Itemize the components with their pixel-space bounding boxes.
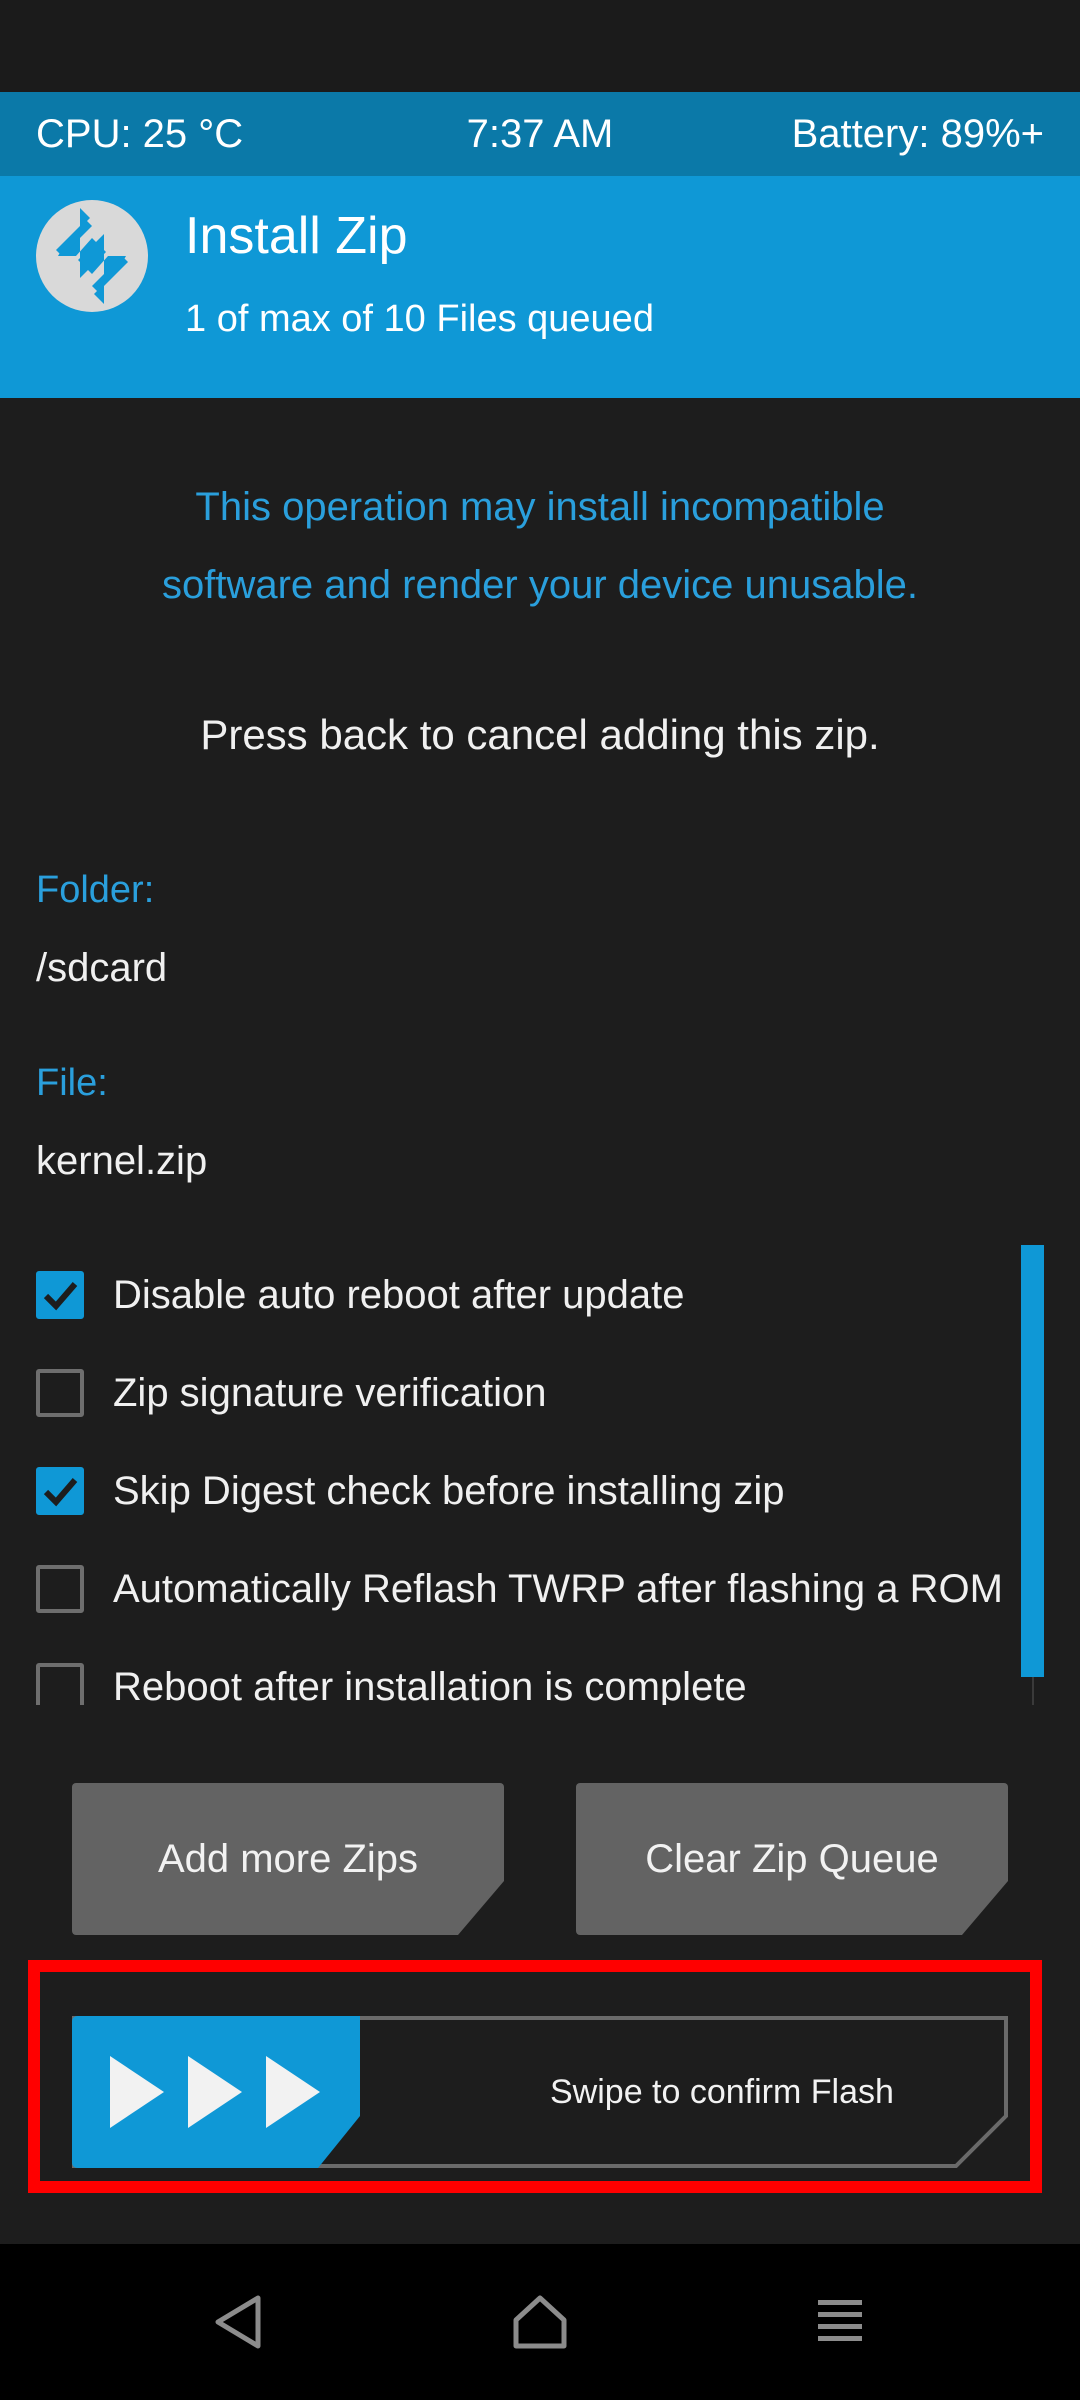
- swipe-handle[interactable]: [72, 2016, 362, 2168]
- status-bar: CPU: 25 °C 7:37 AM Battery: 89%+: [0, 92, 1080, 176]
- checkbox-unchecked[interactable]: [36, 1369, 84, 1417]
- twrp-logo-icon: [36, 200, 148, 312]
- add-more-zips-button[interactable]: Add more Zips: [72, 1783, 504, 1935]
- swipe-label: Swipe to confirm Flash: [550, 2073, 894, 2111]
- system-top-gap: [0, 0, 1080, 92]
- screen: CPU: 25 °C 7:37 AM Battery: 89%+ Install…: [0, 0, 1080, 2400]
- option-label: Zip signature verification: [113, 1370, 547, 1415]
- option-skip-digest[interactable]: Skip Digest check before installing zip: [36, 1461, 1010, 1521]
- warning-line-2: software and render your device unusable…: [161, 563, 918, 607]
- option-reboot-after-install[interactable]: Reboot after installation is complete: [36, 1657, 1010, 1705]
- option-zip-signature[interactable]: Zip signature verification: [36, 1363, 1010, 1423]
- scrollbar-thumb[interactable]: [1021, 1245, 1044, 1677]
- checkbox-unchecked[interactable]: [36, 1663, 84, 1705]
- header: Install Zip 1 of max of 10 Files queued: [0, 176, 1080, 398]
- clear-zip-queue-button[interactable]: Clear Zip Queue: [576, 1783, 1008, 1935]
- checkmark-icon: [43, 1282, 78, 1311]
- checkbox-checked[interactable]: [36, 1467, 84, 1515]
- folder-value: /sdcard: [36, 946, 168, 990]
- option-label: Disable auto reboot after update: [113, 1272, 685, 1317]
- navigation-bar: [0, 2244, 1080, 2400]
- option-reflash-twrp[interactable]: Automatically Reflash TWRP after flashin…: [36, 1559, 1010, 1619]
- option-disable-auto-reboot[interactable]: Disable auto reboot after update: [36, 1265, 1010, 1325]
- option-label: Automatically Reflash TWRP after flashin…: [113, 1566, 1003, 1611]
- back-triangle-icon[interactable]: [208, 2290, 272, 2354]
- warning-line-1: This operation may install incompatible: [195, 485, 885, 529]
- battery-status: Battery: 89%+: [791, 112, 1044, 156]
- page-title: Install Zip: [185, 207, 408, 265]
- file-value: kernel.zip: [36, 1139, 208, 1183]
- warning-message: This operation may install incompatible …: [100, 468, 980, 624]
- checkmark-icon: [43, 1478, 78, 1507]
- queue-status: 1 of max of 10 Files queued: [185, 298, 654, 340]
- file-label: File:: [36, 1062, 108, 1104]
- swipe-to-confirm-slider[interactable]: Swipe to confirm Flash: [72, 2016, 1008, 2168]
- folder-label: Folder:: [36, 869, 155, 911]
- options-list[interactable]: Disable auto reboot after update Zip sig…: [0, 1245, 1010, 1705]
- checkbox-unchecked[interactable]: [36, 1565, 84, 1613]
- option-label: Skip Digest check before installing zip: [113, 1468, 785, 1513]
- home-icon[interactable]: [508, 2290, 572, 2354]
- menu-icon[interactable]: [808, 2290, 872, 2354]
- option-label: Reboot after installation is complete: [113, 1664, 747, 1706]
- checkbox-checked[interactable]: [36, 1271, 84, 1319]
- cancel-hint: Press back to cancel adding this zip.: [200, 711, 880, 758]
